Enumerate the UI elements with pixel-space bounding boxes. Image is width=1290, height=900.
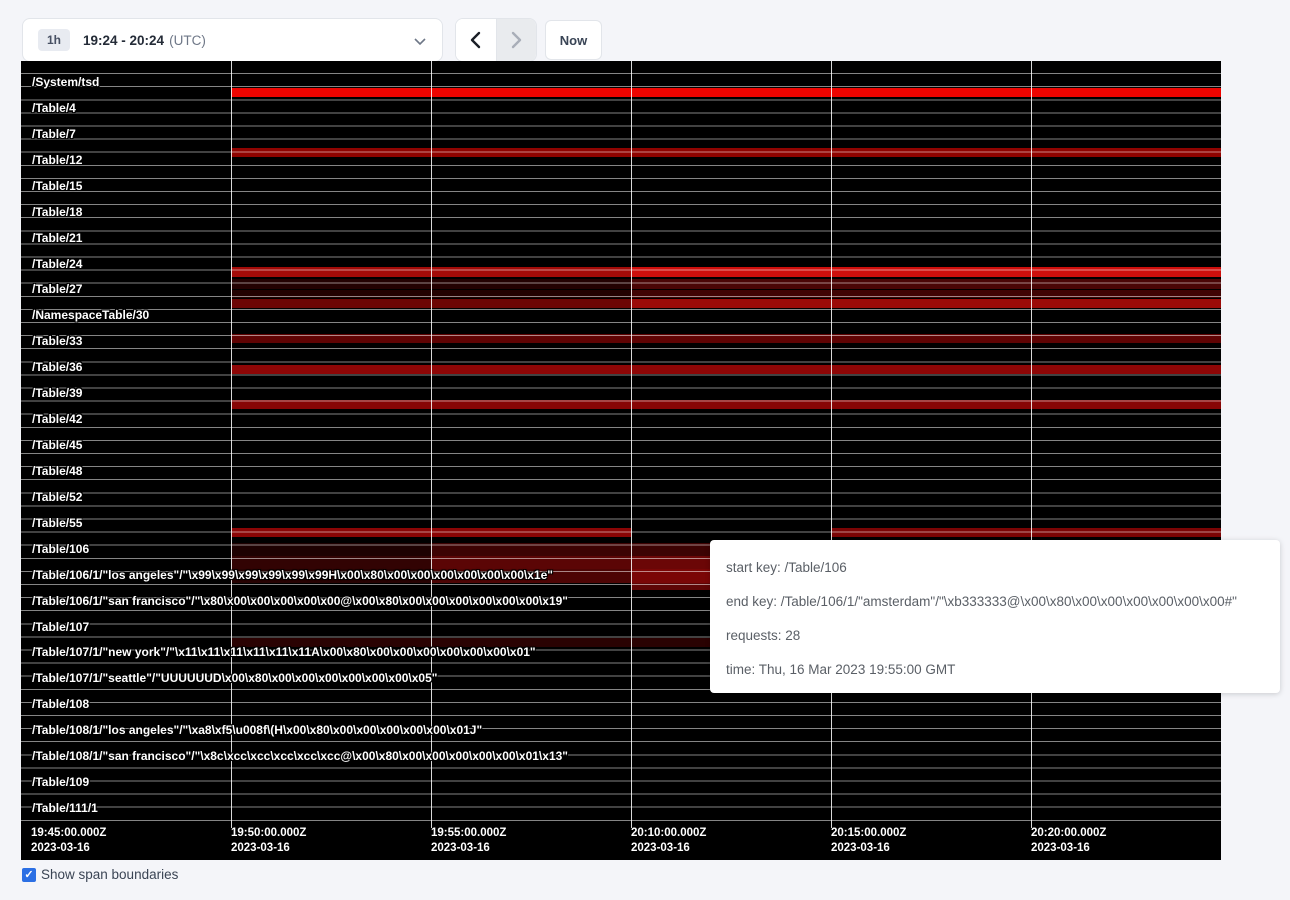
time-gridline [1031,61,1032,828]
time-range-duration-badge: 1h [38,29,70,51]
chevron-right-icon [511,31,522,49]
time-range-value: 19:24 - 20:24 [83,33,164,48]
row-label: /Table/106/1/"los angeles"/"\x99\x99\x99… [32,568,553,582]
axis-tick-label: 20:10:00.000Z2023-03-16 [631,826,706,856]
row-label: /Table/52 [32,490,82,504]
row-label: /Table/111/1 [32,801,98,815]
time-gridline [431,61,432,828]
footer: ✓ Show span boundaries [22,867,178,882]
row-label: /Table/21 [32,231,82,245]
row-label: /Table/33 [32,334,82,348]
axis-tick-label: 19:45:00.000Z2023-03-16 [31,826,106,856]
row-label: /Table/7 [32,127,76,141]
row-label: /Table/18 [32,205,82,219]
row-label: /Table/27 [32,282,82,296]
row-label: /Table/107 [32,620,89,634]
bucket-tooltip: start key: /Table/106 end key: /Table/10… [710,540,1280,693]
row-label: /Table/108 [32,697,89,711]
row-label: /Table/42 [32,412,82,426]
row-label: /Table/4 [32,101,76,115]
time-nav-group [455,18,537,62]
row-label: /Table/24 [32,257,82,271]
time-gridline [831,61,832,828]
row-label: /NamespaceTable/30 [32,308,149,322]
heat-band[interactable] [631,299,1221,308]
heat-band[interactable] [231,148,1221,157]
row-label: /Table/109 [32,775,89,789]
row-label: /Table/15 [32,179,82,193]
heat-band[interactable] [631,290,1221,298]
heat-band[interactable] [231,88,1221,97]
span-boundary-lines [21,61,1221,823]
time-gridline [231,61,232,828]
next-interval-button[interactable] [497,19,537,61]
row-label: /Table/36 [32,360,82,374]
now-button[interactable]: Now [545,20,602,60]
row-label: /Table/55 [32,516,82,530]
chevron-down-icon [414,37,426,46]
heat-band[interactable] [631,279,1221,289]
row-label: /Table/39 [32,386,82,400]
key-visualizer-canvas[interactable]: /System/tsd/Table/4/Table/7/Table/12/Tab… [21,61,1221,860]
heat-band[interactable] [231,365,1221,374]
row-label: /Table/48 [32,464,82,478]
row-label: /System/tsd [32,75,99,89]
row-label: /Table/106/1/"san francisco"/"\x80\x00\x… [32,594,568,608]
chevron-left-icon [470,31,481,49]
axis-tick-label: 19:50:00.000Z2023-03-16 [231,826,306,856]
tooltip-end-key: end key: /Table/106/1/"amsterdam"/"\xb33… [726,585,1264,619]
row-label: /Table/107/1/"seattle"/"UUUUUUD\x00\x80\… [32,671,437,685]
row-label: /Table/45 [32,438,82,452]
axis-tick-label: 20:15:00.000Z2023-03-16 [831,826,906,856]
prev-interval-button[interactable] [456,19,497,61]
row-label: /Table/108/1/"san francisco"/"\x8c\xcc\x… [32,749,568,763]
heat-band[interactable] [631,267,1221,277]
tooltip-start-key: start key: /Table/106 [726,551,1264,585]
row-label: /Table/108/1/"los angeles"/"\xa8\xf5\u00… [32,723,482,737]
heat-band[interactable] [231,334,1221,343]
tooltip-requests: requests: 28 [726,619,1264,653]
axis-tick-label: 19:55:00.000Z2023-03-16 [431,826,506,856]
heat-band[interactable] [831,528,1221,537]
show-span-boundaries-label: Show span boundaries [41,867,178,882]
toolbar: 1h 19:24 - 20:24 (UTC) Now [0,0,1290,61]
heat-band[interactable] [231,543,431,556]
row-label: /Table/106 [32,542,89,556]
time-range-timezone: (UTC) [169,33,206,48]
axis-tick-label: 20:20:00.000Z2023-03-16 [1031,826,1106,856]
row-label: /Table/12 [32,153,82,167]
time-gridline [631,61,632,828]
tooltip-time: time: Thu, 16 Mar 2023 19:55:00 GMT [726,653,1264,687]
show-span-boundaries-checkbox[interactable]: ✓ [22,868,36,882]
heat-band[interactable] [231,400,1221,409]
time-range-select[interactable]: 1h 19:24 - 20:24 (UTC) [22,18,443,62]
row-label: /Table/107/1/"new york"/"\x11\x11\x11\x1… [32,645,536,659]
